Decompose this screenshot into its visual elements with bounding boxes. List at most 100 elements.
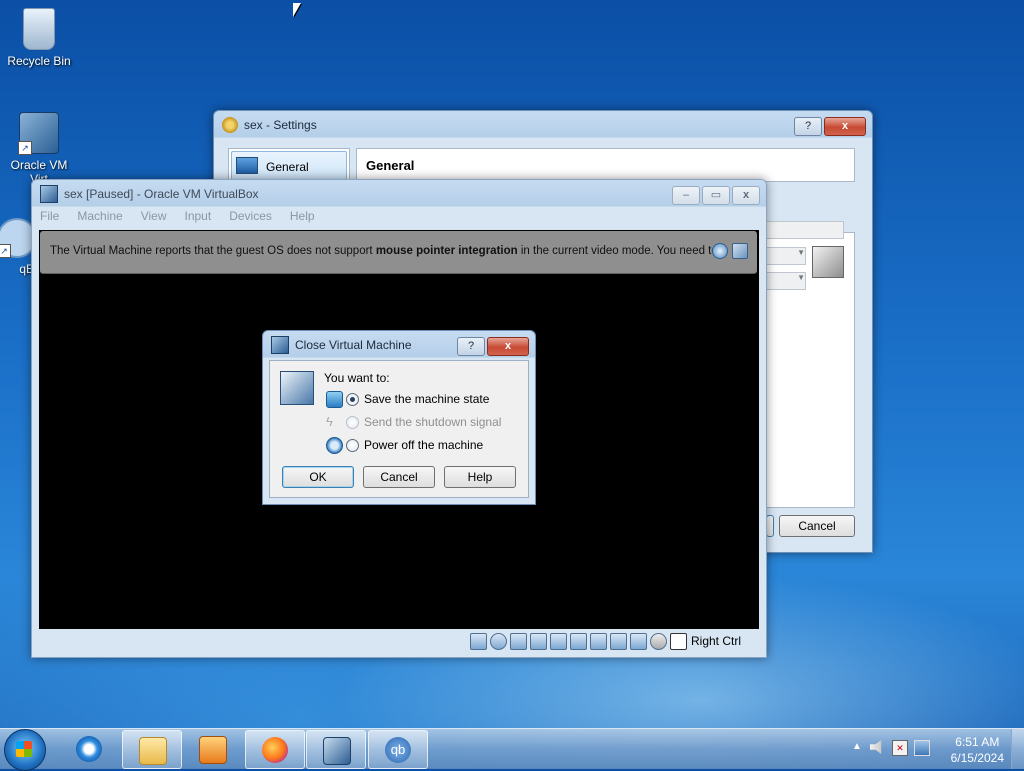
- mouse-cursor-icon: [293, 3, 301, 17]
- notice-text-bold: mouse pointer integration: [375, 245, 518, 257]
- dialog-body: You want to: Save the machine state ϟ Se…: [269, 360, 529, 498]
- gear-icon: [222, 117, 238, 133]
- taskbar: qb ▲ ✕ 6:51 AM 6/15/2024: [0, 728, 1024, 771]
- dialog-prompt: You want to:: [324, 371, 390, 385]
- settings-titlebar[interactable]: sex - Settings: [214, 111, 872, 139]
- section-title: General: [366, 158, 415, 173]
- virtualbox-icon: [40, 185, 58, 203]
- menu-help[interactable]: Help: [290, 209, 315, 223]
- qbittorrent-icon: qb: [385, 737, 411, 763]
- shutdown-signal-icon: ϟ: [326, 414, 333, 429]
- recycle-bin-icon[interactable]: Recycle Bin: [4, 8, 74, 68]
- hard-disk-icon[interactable]: [469, 632, 487, 650]
- host-key-label: Right Ctrl: [690, 634, 741, 648]
- vm-titlebar[interactable]: sex [Paused] - Oracle VM VirtualBox: [32, 180, 766, 208]
- clock-time: 6:51 AM: [955, 735, 1000, 749]
- trash-icon: [23, 8, 55, 50]
- notification-banner: The Virtual Machine reports that the gue…: [40, 231, 757, 274]
- vm-statusbar: Right Ctrl: [39, 630, 759, 652]
- save-state-icon: [326, 391, 343, 408]
- mouse-integration-icon[interactable]: [649, 632, 667, 650]
- cpu-icon[interactable]: [629, 632, 647, 650]
- os-type-icon: [812, 246, 844, 278]
- internet-explorer-icon: [76, 736, 102, 762]
- power-off-label[interactable]: Power off the machine: [364, 438, 483, 452]
- settings-combo-1[interactable]: ▼: [766, 247, 806, 265]
- show-desktop-button[interactable]: [1011, 729, 1024, 769]
- dialog-help-title-button[interactable]: ?: [457, 337, 485, 356]
- save-state-radio[interactable]: [346, 393, 359, 406]
- video-capture-icon[interactable]: [609, 632, 627, 650]
- settings-cancel-button[interactable]: Cancel: [779, 515, 855, 537]
- network-tray-icon[interactable]: [914, 740, 930, 756]
- optical-drive-icon[interactable]: [489, 632, 507, 650]
- shortcut-arrow-icon: ↗: [0, 244, 11, 258]
- settings-header: General: [356, 148, 855, 182]
- settings-combo-2[interactable]: ▼: [766, 272, 806, 290]
- notice-text-prefix: The Virtual Machine reports that the gue…: [50, 245, 376, 257]
- mouse-integration-off-icon[interactable]: [732, 243, 748, 259]
- vm-minimize-button[interactable]: –: [672, 186, 700, 205]
- ok-button[interactable]: OK: [282, 466, 354, 488]
- taskbar-media-player[interactable]: [183, 730, 241, 767]
- close-notice-icon[interactable]: [712, 243, 728, 259]
- notification-text: The Virtual Machine reports that the gue…: [50, 245, 718, 257]
- media-player-icon: [199, 736, 227, 764]
- virtualbox-shortcut-icon[interactable]: ↗ Oracle VM Virt: [4, 112, 74, 186]
- folder-icon: [139, 737, 167, 765]
- usb-icon[interactable]: [549, 632, 567, 650]
- menu-view[interactable]: View: [141, 209, 167, 223]
- start-button[interactable]: [4, 729, 46, 771]
- taskbar-qbittorrent[interactable]: qb: [368, 730, 428, 769]
- sidebar-item-label: General: [266, 160, 309, 174]
- taskbar-file-explorer[interactable]: [122, 730, 182, 769]
- vm-menubar: File Machine View Input Devices Help: [40, 209, 333, 223]
- action-center-icon[interactable]: ✕: [892, 740, 908, 756]
- save-state-label[interactable]: Save the machine state: [364, 392, 489, 406]
- menu-machine[interactable]: Machine: [77, 209, 122, 223]
- power-off-radio[interactable]: [346, 439, 359, 452]
- windows-logo-icon: [16, 741, 32, 757]
- sidebar-item-general[interactable]: General: [231, 151, 347, 181]
- display-icon[interactable]: [589, 632, 607, 650]
- audio-icon[interactable]: [509, 632, 527, 650]
- vm-close-button[interactable]: x: [732, 186, 760, 205]
- system-tray: ▲ ✕ 6:51 AM 6/15/2024: [834, 729, 1024, 769]
- settings-ok-button[interactable]: [766, 515, 774, 537]
- cancel-button[interactable]: Cancel: [363, 466, 435, 488]
- virtualbox-icon: [271, 336, 289, 354]
- show-hidden-icons-icon[interactable]: ▲: [852, 741, 862, 752]
- shared-folders-icon[interactable]: [569, 632, 587, 650]
- taskbar-internet-explorer[interactable]: [60, 730, 118, 767]
- settings-help-button[interactable]: ?: [794, 117, 822, 136]
- help-button[interactable]: Help: [444, 466, 516, 488]
- vm-maximize-button[interactable]: ▭: [702, 186, 730, 205]
- shutdown-signal-radio[interactable]: [346, 416, 359, 429]
- keyboard-capture-icon[interactable]: [669, 632, 687, 650]
- dialog-title: Close Virtual Machine: [295, 338, 412, 352]
- vm-os-icon: [280, 371, 314, 405]
- settings-field[interactable]: [766, 221, 844, 239]
- settings-close-button[interactable]: x: [824, 117, 866, 136]
- notice-text-suffix: in the current video mode. You need to: [517, 245, 718, 257]
- taskbar-virtualbox[interactable]: [306, 730, 366, 769]
- settings-title: sex - Settings: [244, 118, 317, 132]
- volume-icon[interactable]: [870, 740, 882, 754]
- firefox-icon: [262, 737, 288, 763]
- menu-input[interactable]: Input: [185, 209, 212, 223]
- taskbar-firefox[interactable]: [245, 730, 305, 769]
- network-icon[interactable]: [529, 632, 547, 650]
- dialog-close-button[interactable]: x: [487, 337, 529, 356]
- clock[interactable]: 6:51 AM 6/15/2024: [951, 734, 1004, 766]
- shutdown-signal-label[interactable]: Send the shutdown signal: [364, 415, 501, 429]
- menu-devices[interactable]: Devices: [229, 209, 272, 223]
- virtualbox-icon: ↗: [18, 112, 59, 155]
- close-vm-dialog: Close Virtual Machine ? x You want to: S…: [262, 330, 536, 505]
- menu-file[interactable]: File: [40, 209, 59, 223]
- clock-date: 6/15/2024: [950, 751, 1004, 765]
- power-off-icon: [326, 437, 343, 454]
- shortcut-arrow-icon: ↗: [18, 141, 32, 155]
- vm-title: sex [Paused] - Oracle VM VirtualBox: [64, 187, 259, 201]
- recycle-bin-label: Recycle Bin: [7, 54, 71, 68]
- virtualbox-icon: [323, 737, 351, 765]
